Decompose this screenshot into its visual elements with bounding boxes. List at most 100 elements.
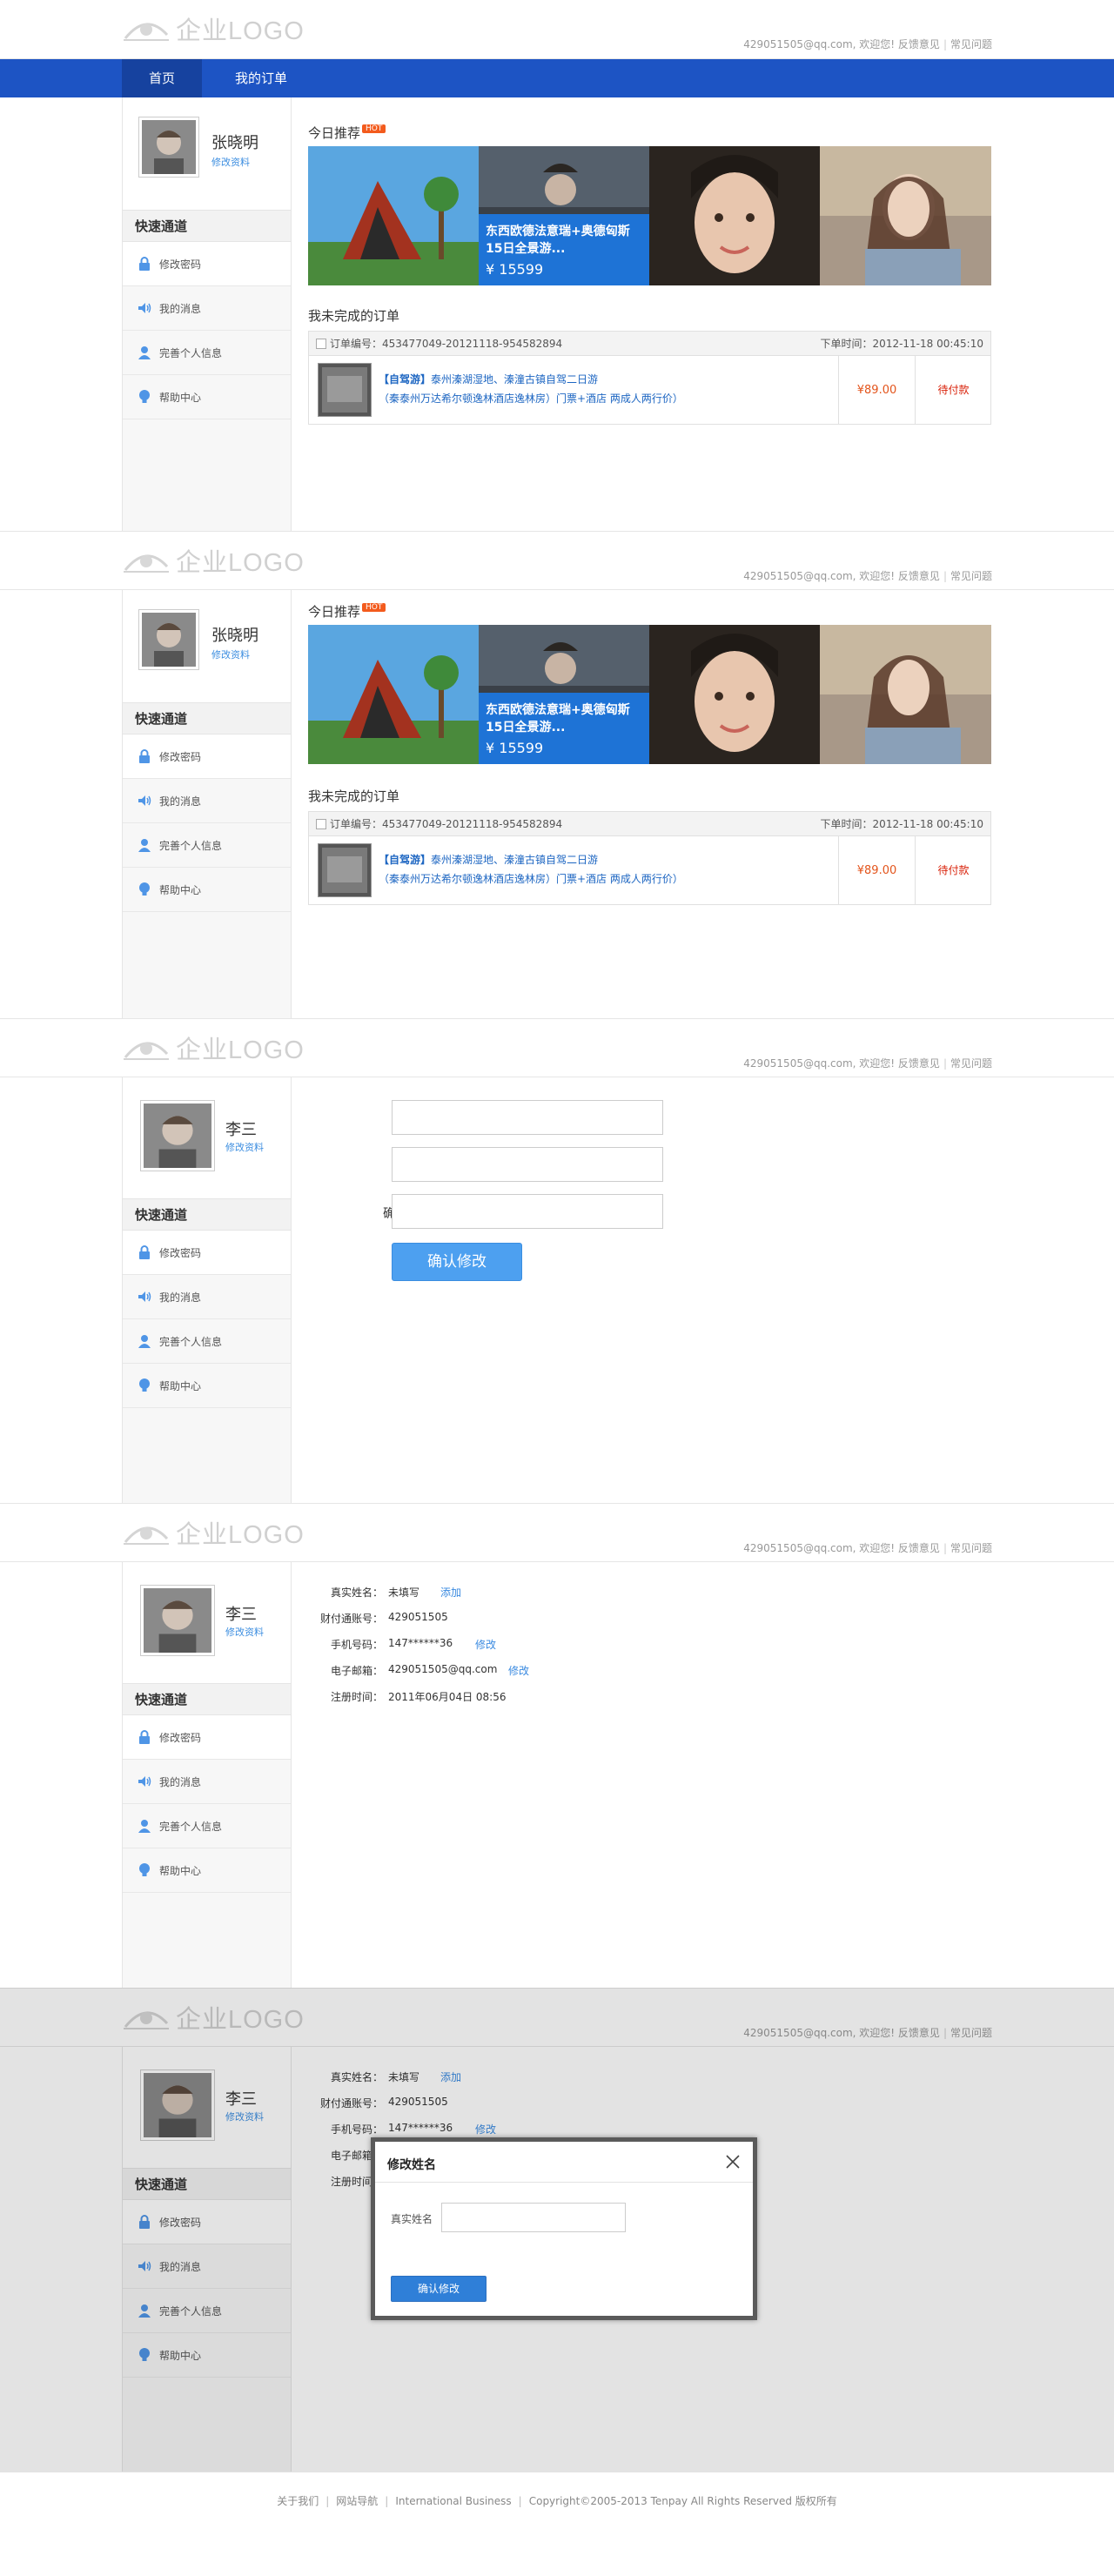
- user-icon: [138, 1820, 151, 1833]
- promo-card[interactable]: 东西欧德法意瑞+奥德匈斯15日全景游... ¥ 15599: [479, 214, 649, 285]
- close-icon[interactable]: [725, 2154, 741, 2170]
- sidebar-item-complete-info[interactable]: 完善个人信息: [123, 1804, 291, 1848]
- screen-home-compact: 企业LOGO 429051505@qq.com, 欢迎您! 反馈意见 | 常见问题 …: [0, 531, 1114, 1018]
- feedback-link[interactable]: 反馈意见: [898, 38, 940, 50]
- info-row-phone: 手机号码： 147******36 修改: [305, 1637, 740, 1654]
- new-password-input[interactable]: [392, 1147, 663, 1182]
- edit-profile-link[interactable]: 修改资料: [225, 1625, 264, 1639]
- logo[interactable]: 企业LOGO: [122, 1518, 305, 1549]
- feedback-link[interactable]: 反馈意见: [898, 1057, 940, 1070]
- intl-link[interactable]: International Business: [395, 2495, 511, 2507]
- lightbulb-icon: [139, 882, 150, 896]
- edit-profile-link[interactable]: 修改资料: [211, 155, 250, 169]
- product-thumbnail[interactable]: [318, 843, 372, 897]
- avatar[interactable]: [138, 609, 199, 670]
- order-checkbox[interactable]: [316, 338, 326, 349]
- sidebar-item-complete-info[interactable]: 完善个人信息: [123, 823, 291, 868]
- logo[interactable]: 企业LOGO: [122, 14, 305, 45]
- edit-name-dialog: 修改姓名 真实姓名 确认修改: [371, 2137, 757, 2320]
- sidebar-item-help[interactable]: 帮助中心: [123, 868, 291, 912]
- sidebar-item-change-password[interactable]: 修改密码: [123, 242, 291, 286]
- order-row: 【自驾游】泰州溱湖湿地、溱潼古镇自驾二日游 （秦泰州万达希尔顿逸林酒店逸林房）门票…: [309, 356, 990, 425]
- sidebar-item-messages[interactable]: 我的消息: [123, 1760, 291, 1804]
- nav-orders-tab[interactable]: 我的订单: [218, 59, 305, 97]
- sidebar-item-help[interactable]: 帮助中心: [123, 375, 291, 419]
- real-name-input[interactable]: [441, 2203, 626, 2232]
- sidebar-item-change-password[interactable]: 修改密码: [123, 735, 291, 779]
- order-checkbox[interactable]: [316, 818, 326, 829]
- edit-profile-link[interactable]: 修改资料: [225, 1140, 264, 1154]
- dialog-title: 修改姓名: [387, 2158, 436, 2172]
- logo[interactable]: 企业LOGO: [122, 546, 305, 577]
- screen-home: 企业LOGO 429051505@qq.com, 欢迎您! 反馈意见 | 常见问题 …: [0, 0, 1114, 531]
- sidebar-item-messages[interactable]: 我的消息: [123, 286, 291, 331]
- sidebar-item-messages[interactable]: 我的消息: [123, 779, 291, 823]
- product-link[interactable]: 【自驾游】泰州溱湖湿地、溱潼古镇自驾二日游 （秦泰州万达希尔顿逸林酒店逸林房）门票…: [379, 370, 831, 408]
- real-name-label: 真实姓名: [391, 2213, 433, 2225]
- logo-text: 企业LOGO: [176, 549, 305, 577]
- sidebar-item-change-password[interactable]: 修改密码: [123, 1231, 291, 1275]
- edit-phone-link[interactable]: 修改: [475, 1637, 496, 1652]
- info-key: 真实姓名：: [330, 1587, 383, 1599]
- screen-profile-info: 企业LOGO 429051505@qq.com, 欢迎您! 反馈意见 | 常见问题 …: [0, 1503, 1114, 1988]
- sidebar-item-help[interactable]: 帮助中心: [123, 1848, 291, 1893]
- info-key: 注册时间：: [330, 1691, 383, 1703]
- faq-link[interactable]: 常见问题: [950, 1542, 992, 1554]
- profile-card: 李三 修改资料: [123, 1562, 291, 1684]
- confirm-password-input[interactable]: [392, 1194, 663, 1229]
- sidebar-item-complete-info[interactable]: 完善个人信息: [123, 331, 291, 375]
- promo-card[interactable]: 东西欧德法意瑞+奥德匈斯15日全景游... ¥ 15599: [479, 693, 649, 764]
- product-line1: 泰州溱湖湿地、溱潼古镇自驾二日游: [431, 854, 599, 866]
- old-password-input[interactable]: [392, 1100, 663, 1135]
- avatar[interactable]: [138, 117, 199, 178]
- recommend-title: 今日推荐 HOT: [308, 124, 386, 142]
- order-status[interactable]: 待付款: [915, 836, 991, 905]
- thumbnail-image: [319, 844, 371, 896]
- product-link[interactable]: 【自驾游】泰州溱湖湿地、溱潼古镇自驾二日游 （秦泰州万达希尔顿逸林酒店逸林房）门票…: [379, 850, 831, 889]
- feedback-link[interactable]: 反馈意见: [898, 1542, 940, 1554]
- welcome-text: 欢迎您!: [859, 1057, 896, 1070]
- promo-title: 东西欧德法意瑞+奥德匈斯15日全景游...: [486, 225, 630, 256]
- dialog-confirm-button[interactable]: 确认修改: [391, 2276, 487, 2302]
- info-value: 429051505: [388, 1611, 448, 1623]
- faq-link[interactable]: 常见问题: [950, 38, 992, 50]
- avatar[interactable]: [140, 1585, 215, 1656]
- order-time-value: 2012-11-18 00:45:10: [872, 338, 983, 350]
- faq-link[interactable]: 常见问题: [950, 1057, 992, 1070]
- order-time: 下单时间：2012-11-18 00:45:10: [821, 336, 983, 351]
- avatar[interactable]: [140, 1100, 215, 1171]
- orders-title: 我未完成的订单: [308, 308, 400, 324]
- product-thumbnail[interactable]: [318, 363, 372, 417]
- product-line2: （秦泰州万达希尔顿逸林酒店逸林房）门票+酒店 两成人两行价）: [379, 873, 683, 885]
- edit-email-link[interactable]: 修改: [508, 1663, 529, 1678]
- user-name: 李三: [225, 1606, 257, 1624]
- faq-link[interactable]: 常见问题: [950, 570, 992, 582]
- info-value: 未填写: [388, 1587, 420, 1599]
- feedback-link[interactable]: 反馈意见: [898, 570, 940, 582]
- add-name-link[interactable]: 添加: [440, 1585, 461, 1600]
- sidebar-item-change-password[interactable]: 修改密码: [123, 1715, 291, 1760]
- nav-home-tab[interactable]: 首页: [122, 59, 202, 97]
- edit-profile-link[interactable]: 修改资料: [211, 647, 250, 661]
- hot-badge: HOT: [362, 603, 386, 612]
- info-row-real-name: 真实姓名： 未填写 添加: [305, 1585, 740, 1602]
- new-password-row: 新密码: [305, 1147, 740, 1182]
- sidebar-item-label: 修改密码: [159, 750, 202, 763]
- about-link[interactable]: 关于我们: [277, 2495, 319, 2507]
- profile-card: 张晓明 修改资料: [123, 590, 291, 703]
- top-links: 429051505@qq.com, 欢迎您! 反馈意见 | 常见问题: [743, 1542, 992, 1554]
- sidebar-item-label: 完善个人信息: [159, 839, 223, 852]
- sidebar-item-label: 帮助中心: [159, 883, 202, 896]
- logo[interactable]: 企业LOGO: [122, 1033, 305, 1064]
- sidebar-item-label: 修改密码: [159, 258, 202, 271]
- sidebar-item-help[interactable]: 帮助中心: [123, 1364, 291, 1408]
- sitemap-link[interactable]: 网站导航: [336, 2495, 378, 2507]
- recommend-banner[interactable]: 东西欧德法意瑞+奥德匈斯15日全景游... ¥ 15599: [308, 625, 991, 764]
- info-value: 147******36: [388, 1637, 453, 1649]
- old-password-row: 旧密码: [305, 1100, 740, 1135]
- sidebar-item-messages[interactable]: 我的消息: [123, 1275, 291, 1319]
- sidebar-item-complete-info[interactable]: 完善个人信息: [123, 1319, 291, 1364]
- order-status[interactable]: 待付款: [915, 356, 991, 425]
- recommend-banner[interactable]: 东西欧德法意瑞+奥德匈斯15日全景游... ¥ 15599: [308, 146, 991, 285]
- confirm-change-button[interactable]: 确认修改: [392, 1243, 522, 1281]
